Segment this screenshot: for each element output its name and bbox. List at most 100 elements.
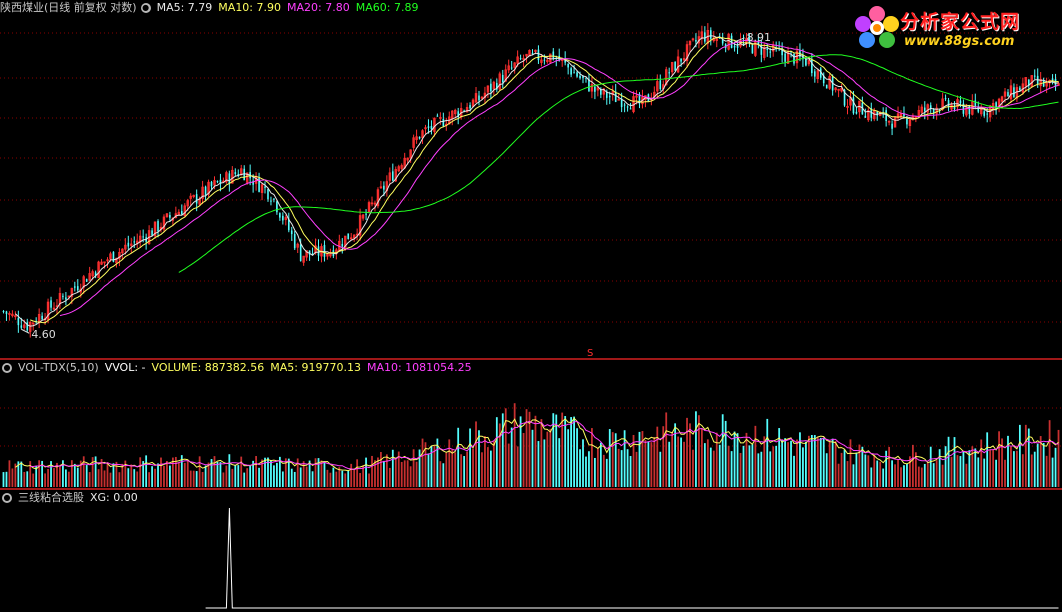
volume-bar (629, 455, 632, 487)
volume-panel[interactable]: ● VOL-TDX(5,10) VVOL: - VOLUME: 887382.56 MA… (0, 360, 1062, 488)
volume-bar (540, 419, 543, 487)
volume-bar (255, 456, 257, 487)
volume-bar (585, 456, 587, 487)
volume-bar (846, 461, 849, 487)
volume-bar (148, 472, 151, 487)
volume-bar (73, 463, 76, 487)
volume-bar (698, 415, 700, 487)
volume-bar (311, 471, 314, 487)
volume-bar (484, 436, 486, 487)
price-panel[interactable]: 陕西煤业(日线 前复权 对数) ● MA5: 7.79 MA10: 7.90 MA20:… (0, 0, 1062, 358)
volume-chart[interactable] (0, 360, 1062, 488)
candle-body (279, 213, 281, 218)
volume-bar (971, 446, 974, 487)
volume-bar (469, 428, 471, 487)
candle-body (626, 106, 629, 108)
settings-dot-icon[interactable]: ● (2, 363, 12, 373)
volume-bar (986, 432, 989, 487)
candle-body (1019, 87, 1021, 91)
volume-bar (677, 436, 680, 487)
volume-bar (151, 466, 153, 487)
volume-bar (412, 449, 415, 487)
candle-body (127, 242, 130, 247)
volume-bar (163, 465, 165, 487)
volume-bar (903, 465, 905, 487)
candle-body (1042, 80, 1045, 87)
volume-bar (1045, 455, 1048, 487)
candle-body (576, 72, 578, 77)
volume-bar (246, 468, 249, 487)
candle-body (267, 189, 269, 200)
volume-bar (1042, 442, 1045, 487)
candle-body (814, 71, 816, 77)
candle-body (234, 172, 237, 175)
volume-bar (400, 461, 403, 487)
volume-bar (403, 460, 406, 487)
volume-bar (359, 473, 362, 487)
volume-bar (828, 441, 831, 487)
volume-bar (932, 463, 935, 487)
candle-body (210, 181, 213, 187)
volume-bar (534, 415, 537, 487)
volume-bar (32, 473, 35, 487)
candle-body (923, 107, 926, 112)
candle-body (668, 72, 671, 74)
volume-bar (626, 449, 629, 487)
volume-bar (88, 472, 91, 487)
volume-bar (757, 453, 760, 487)
candle-body (852, 97, 855, 114)
volume-bar (166, 461, 168, 487)
volume-bar (347, 470, 350, 487)
volume-bar (671, 432, 674, 487)
volume-bar (683, 441, 685, 487)
volume-bar (778, 428, 781, 487)
candle-body (885, 110, 887, 122)
volume-bar (983, 458, 986, 487)
candle-body (365, 213, 367, 215)
candle-body (695, 40, 697, 42)
ma5-line (15, 35, 1059, 327)
low-pointer (21, 328, 30, 334)
candle-body (793, 53, 795, 64)
volume-bar (531, 429, 534, 487)
volume-bar (689, 423, 691, 487)
volume-bar (917, 466, 920, 487)
volume-bar (894, 464, 896, 487)
candle-body (216, 181, 219, 183)
settings-dot-icon[interactable]: ● (2, 493, 12, 503)
xg-indicator-chart[interactable] (0, 490, 1062, 612)
volume-bar (715, 432, 718, 487)
candle-body (579, 75, 581, 79)
volume-bar (763, 436, 766, 487)
volume-bar (588, 451, 590, 487)
volume-bar (579, 449, 581, 487)
indicator-panel[interactable]: ● 三线粘合选股 XG: 0.00 (0, 490, 1062, 612)
candle-body (273, 198, 275, 200)
volume-bar (760, 451, 763, 487)
volume-bar (118, 472, 121, 487)
candle-body (169, 215, 171, 218)
volume-bar (608, 429, 611, 487)
volume-bar (819, 437, 822, 487)
volume-bar (344, 473, 347, 487)
volume-bar (466, 451, 468, 487)
volume-bar (900, 467, 902, 487)
volume-bar (20, 461, 23, 487)
candle-body (270, 200, 272, 202)
candle-body (41, 315, 43, 320)
volume-bar (97, 469, 100, 487)
volume-bar (888, 446, 891, 487)
volume-bar (445, 452, 448, 487)
volume-bar (516, 446, 519, 487)
settings-dot-icon[interactable]: ● (140, 3, 151, 13)
volume-bar (855, 452, 858, 487)
volume-bar (380, 452, 382, 487)
candle-body (501, 74, 504, 83)
candle-body (2, 311, 5, 313)
candle-body (733, 45, 736, 48)
volume-bar (810, 435, 813, 487)
volume-bar (1007, 435, 1009, 487)
volume-bar (478, 430, 480, 487)
volume-bar (513, 403, 516, 487)
volume-bar (790, 440, 792, 487)
